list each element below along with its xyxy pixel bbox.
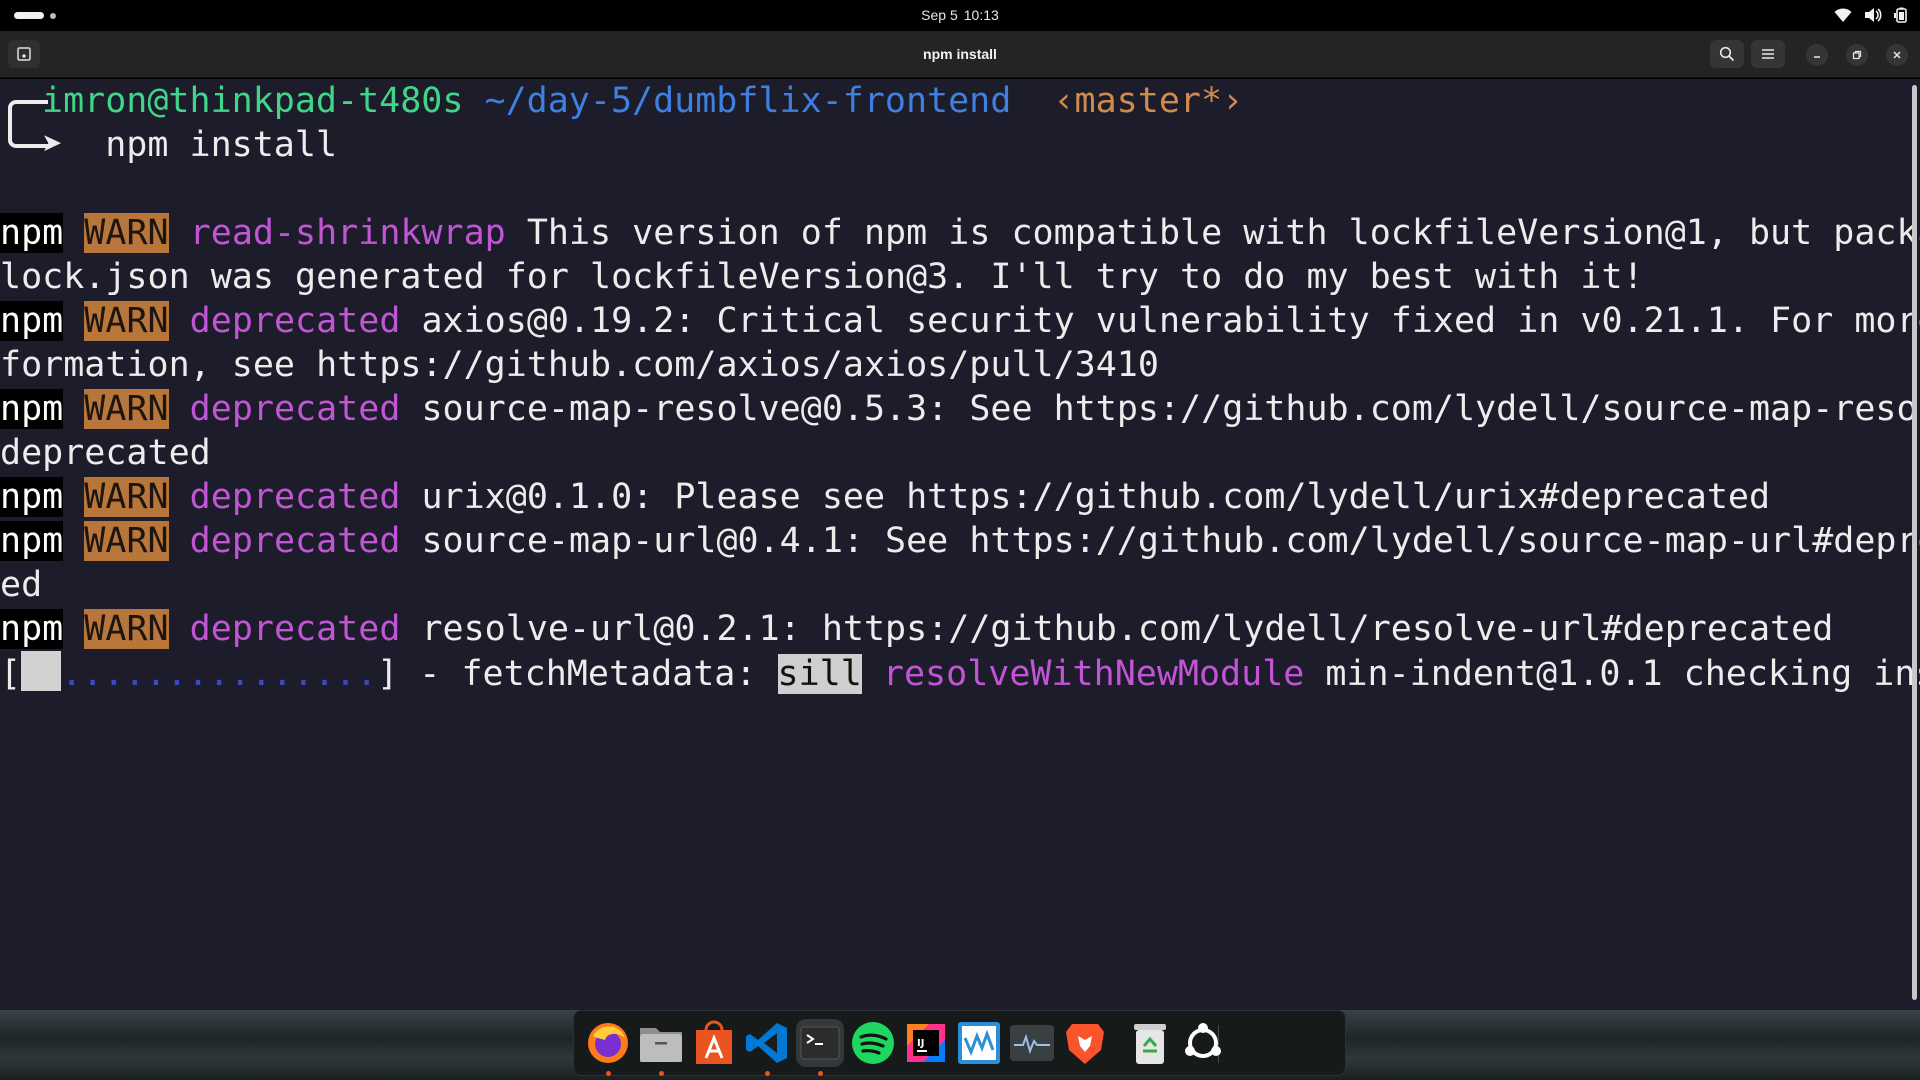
menu-button[interactable] [1751,40,1785,68]
progress-action: resolveWithNewModule [882,654,1305,694]
log-prefix: npm [0,301,64,341]
spotify-icon[interactable] [849,1019,897,1067]
clock-time: 10:13 [963,7,999,23]
log-level: WARN [84,521,169,561]
dock: IJ [573,1010,1346,1076]
log-level: WARN [84,389,169,429]
log-line-continuation: formation, see https://github.com/axios/… [0,343,1159,387]
log-message: This version of npm is compatible with l… [505,213,1920,253]
command-line: ➤ npm install [42,123,337,167]
prompt-branch: ‹master*› [1053,81,1244,121]
wifi-icon [1834,8,1852,22]
close-icon [1893,51,1901,59]
log-message: resolve-url@0.2.1: https://github.com/ly… [400,609,1834,649]
log-tag: read-shrinkwrap [189,213,506,253]
minimize-icon [1814,56,1820,58]
log-message: axios@0.19.2: Critical security vulnerab… [400,301,1920,341]
prompt-user-host: imron@thinkpad-t480s [42,81,464,121]
log-line: npm WARN deprecated urix@0.1.0: Please s… [0,475,1770,519]
intellij-icon[interactable]: IJ [902,1019,950,1067]
firefox-icon[interactable] [584,1019,632,1067]
progress-line: [...............] - fetchMetadata: sill … [0,651,1920,695]
log-message: ed [0,565,43,605]
vscode-icon[interactable] [743,1019,791,1067]
running-indicator [818,1071,823,1076]
window-title: npm install [923,46,997,62]
app-center-icon[interactable] [690,1019,738,1067]
running-indicator [765,1071,770,1076]
hamburger-icon [1762,49,1774,59]
log-line-continuation: ed [0,563,42,607]
log-line: npm WARN deprecated source-map-resolve@0… [0,387,1920,431]
command-text: npm install [105,125,338,165]
log-level: WARN [84,609,169,649]
minimize-button[interactable] [1806,44,1828,66]
restore-icon [1852,50,1862,60]
log-message: deprecated [0,433,211,473]
volume-icon [1865,8,1882,22]
log-prefix: npm [0,213,64,253]
log-line: npm WARN deprecated resolve-url@0.2.1: h… [0,607,1833,651]
trash-icon[interactable] [1126,1019,1174,1067]
search-icon [1719,46,1735,62]
running-indicator [659,1071,664,1076]
progress-open-bracket: [ [0,654,22,694]
activity-monitor-icon[interactable] [1008,1019,1056,1067]
log-line-continuation: deprecated [0,431,211,475]
prompt-line: imron@thinkpad-t480s ~/day-5/dumbflix-fr… [42,79,1243,123]
log-tag: deprecated [189,389,401,429]
log-level: WARN [84,477,169,517]
progress-detail: min-indent@1.0.1 checking inst [1304,654,1920,694]
log-tag: deprecated [189,301,401,341]
files-icon[interactable] [637,1019,685,1067]
log-message: urix@0.1.0: Please see https://github.co… [400,477,1771,517]
log-tag: deprecated [189,609,401,649]
progress-level: sill [777,654,862,694]
battery-icon [1894,7,1907,23]
brave-icon[interactable] [1061,1019,1109,1067]
log-prefix: npm [0,609,64,649]
log-line-continuation: lock.json was generated for lockfileVers… [0,255,1644,299]
prompt-path: ~/day-5/dumbflix-frontend [484,81,1012,121]
svg-text:IJ: IJ [917,1038,924,1049]
log-level: WARN [84,213,169,253]
terminal-icon[interactable] [796,1019,844,1067]
log-prefix: npm [0,521,64,561]
log-line: npm WARN read-shrinkwrap This version of… [0,211,1920,255]
progress-bar-remaining: ............... [61,654,378,694]
log-tag: deprecated [189,477,401,517]
log-line: npm WARN deprecated axios@0.19.2: Critic… [0,299,1920,343]
log-message: formation, see https://github.com/axios/… [0,345,1159,385]
terminal-scrollbar[interactable] [1912,85,1917,1000]
log-message: lock.json was generated for lockfileVers… [0,257,1644,297]
close-button[interactable] [1886,44,1908,66]
log-line: npm WARN deprecated source-map-url@0.4.1… [0,519,1920,563]
terminal-title-bar: npm install [0,31,1920,78]
prompt-arrow: ➤ [42,125,64,165]
terminal-output[interactable]: imron@thinkpad-t480s ~/day-5/dumbflix-fr… [0,79,1920,1010]
top-bar: Sep 5 10:13 [0,0,1920,31]
search-button[interactable] [1710,40,1744,68]
log-prefix: npm [0,389,64,429]
log-prefix: npm [0,477,64,517]
running-indicator [606,1071,611,1076]
log-message: source-map-url@0.4.1: See https://github… [400,521,1920,561]
show-apps-icon[interactable] [1179,1019,1227,1067]
system-status[interactable] [1834,7,1908,23]
progress-label: - fetchMetadata: [398,654,778,694]
progress-close-bracket: ] [377,654,399,694]
progress-bar-fill [21,651,62,691]
clock[interactable]: Sep 5 10:13 [0,7,1920,23]
log-level: WARN [84,301,169,341]
system-monitor-icon[interactable] [955,1019,1003,1067]
log-tag: deprecated [189,521,401,561]
clock-date: Sep 5 [921,7,958,23]
maximize-button[interactable] [1846,44,1868,66]
log-message: source-map-resolve@0.5.3: See https://gi… [400,389,1920,429]
